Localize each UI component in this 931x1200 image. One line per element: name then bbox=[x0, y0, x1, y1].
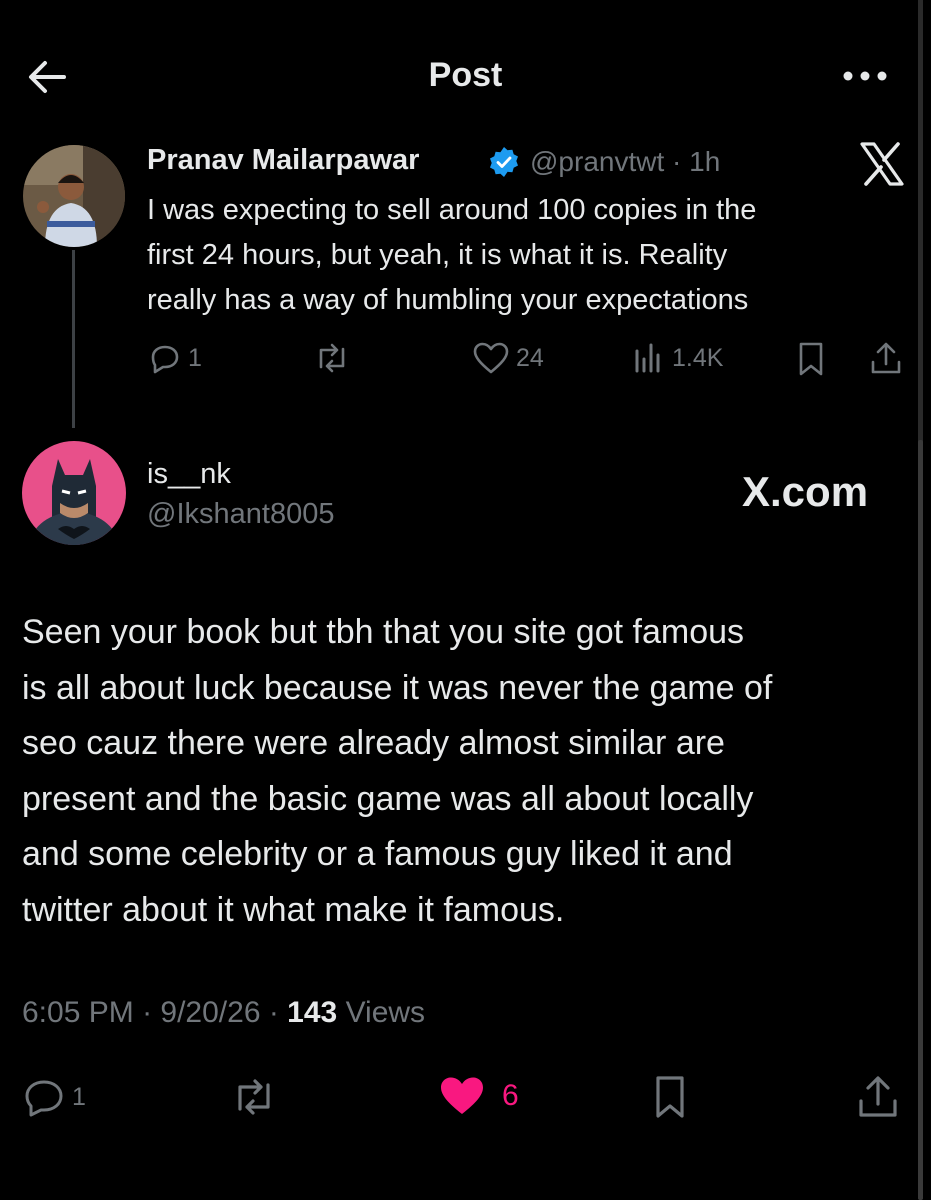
post-date: 9/20/26 bbox=[160, 996, 261, 1029]
reply-post-text: Seen your book but tbh that you site got… bbox=[22, 605, 917, 938]
verified-badge-icon bbox=[488, 146, 520, 178]
text-line: and some celebrity or a famous guy liked… bbox=[22, 835, 733, 873]
text-line: I was expecting to sell around 100 copie… bbox=[147, 194, 757, 226]
views-label[interactable]: Views bbox=[346, 996, 425, 1029]
reply-count: 1 bbox=[72, 1082, 86, 1111]
more-options-icon[interactable] bbox=[838, 58, 892, 94]
quoted-bookmark-button[interactable] bbox=[795, 341, 827, 377]
quoted-author-name[interactable]: Pranav Mailarpawar bbox=[147, 144, 419, 177]
bookmark-button[interactable] bbox=[650, 1074, 690, 1120]
reply-button[interactable]: 1 bbox=[22, 1077, 86, 1117]
quoted-like-count: 24 bbox=[516, 343, 544, 372]
repost-icon bbox=[319, 343, 345, 373]
heart-icon bbox=[472, 341, 510, 375]
x-logo-icon bbox=[858, 142, 906, 186]
text-line: Seen your book but tbh that you site got… bbox=[22, 613, 745, 651]
bookmark-icon bbox=[799, 342, 823, 376]
text-line: twitter about it what make it famous. bbox=[22, 890, 565, 929]
reply-icon bbox=[148, 341, 182, 375]
reply-author-handle[interactable]: @Ikshant8005 bbox=[147, 498, 334, 531]
quoted-post-time: 1h bbox=[689, 146, 721, 177]
avatar-batman[interactable] bbox=[22, 441, 126, 545]
quoted-share-button[interactable] bbox=[868, 341, 904, 377]
meta-separator: · bbox=[260, 996, 288, 1029]
quoted-author-handle[interactable]: @pranvtwt bbox=[530, 146, 664, 177]
text-line: first 24 hours, but yeah, it is what it … bbox=[147, 239, 728, 271]
like-button[interactable]: 6 bbox=[438, 1075, 519, 1117]
reply-author-name[interactable]: is__nk bbox=[147, 458, 231, 491]
post-metadata: 6:05 PM · 9/20/26 · 143 Views bbox=[22, 996, 425, 1030]
text-line: seo cauz there were already almost simil… bbox=[22, 724, 725, 762]
quoted-reply-count: 1 bbox=[188, 343, 202, 372]
quoted-reply-button[interactable]: 1 bbox=[148, 341, 202, 375]
quoted-views-count: 1.4K bbox=[672, 343, 724, 372]
heart-filled-icon bbox=[438, 1075, 486, 1117]
text-line: is all about luck because it was never t… bbox=[22, 668, 773, 707]
meta-separator: · bbox=[664, 146, 690, 177]
scrollbar-thumb[interactable] bbox=[918, 440, 923, 1200]
avatar-pranav[interactable] bbox=[23, 145, 125, 247]
share-icon bbox=[859, 1076, 897, 1117]
xcom-watermark: X.com bbox=[742, 468, 869, 515]
meta-separator: · bbox=[133, 996, 161, 1029]
share-icon bbox=[871, 342, 901, 374]
repost-icon bbox=[238, 1079, 270, 1115]
quoted-repost-button[interactable] bbox=[312, 341, 352, 375]
quoted-like-button[interactable]: 24 bbox=[472, 341, 544, 375]
reply-icon bbox=[22, 1077, 66, 1117]
quoted-post-text: I was expecting to sell around 100 copie… bbox=[147, 188, 907, 323]
page-title: Post bbox=[428, 56, 503, 94]
post-time: 6:05 PM bbox=[22, 996, 134, 1029]
text-line: present and the basic game was all about… bbox=[22, 779, 754, 818]
views-count[interactable]: 143 bbox=[287, 996, 337, 1029]
analytics-icon bbox=[632, 341, 666, 375]
share-button[interactable] bbox=[856, 1074, 900, 1120]
repost-button[interactable] bbox=[228, 1075, 280, 1119]
bookmark-icon bbox=[656, 1076, 684, 1118]
quoted-views-button[interactable]: 1.4K bbox=[632, 341, 723, 375]
like-count: 6 bbox=[502, 1079, 519, 1112]
thread-connector-line bbox=[72, 250, 75, 428]
text-line: really has a way of humbling your expect… bbox=[147, 284, 749, 316]
quoted-author-meta: @pranvtwt · 1h bbox=[530, 146, 720, 178]
